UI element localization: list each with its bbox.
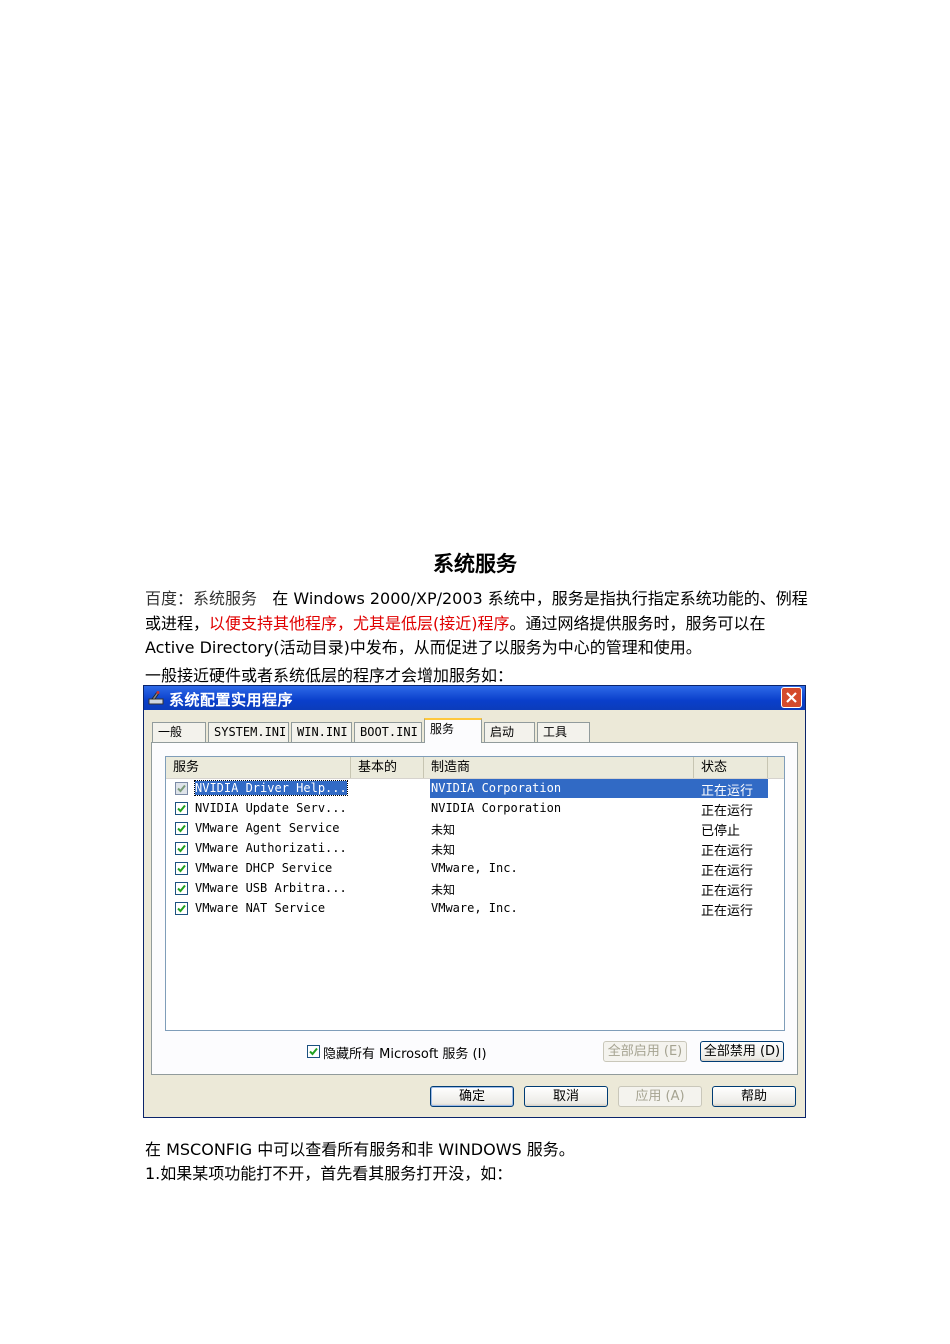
checkmark-icon — [309, 1047, 318, 1056]
service-checkbox[interactable] — [175, 822, 188, 835]
service-status: 正在运行 — [701, 784, 754, 799]
disable-all-button[interactable]: 全部禁用 (D) — [700, 1041, 784, 1062]
list-header: 服务 基本的 制造商 状态 — [166, 757, 784, 779]
close-button[interactable] — [781, 687, 802, 708]
service-checkbox[interactable] — [175, 842, 188, 855]
tab-boot-ini[interactable]: BOOT.INI — [354, 722, 422, 742]
service-manufacturer: VMware, Inc. — [431, 861, 518, 875]
service-row[interactable]: VMware Authorizati... 未知 正在运行 — [166, 839, 768, 859]
dialog-title: 系统配置实用程序 — [169, 691, 294, 709]
service-row[interactable]: VMware NAT Service VMware, Inc. 正在运行 — [166, 899, 768, 919]
service-checkbox[interactable] — [175, 902, 188, 915]
tab-general[interactable]: 一般 — [152, 722, 206, 742]
service-manufacturer: VMware, Inc. — [431, 901, 518, 915]
service-row[interactable]: NVIDIA Update Serv... NVIDIA Corporation 正… — [166, 799, 768, 819]
hide-ms-checkbox[interactable] — [307, 1045, 320, 1058]
col-status[interactable]: 状态 — [694, 757, 768, 778]
service-row[interactable]: NVIDIA Driver Help... NVIDIA Corporation 正… — [166, 779, 768, 799]
service-manufacturer: 未知 — [431, 823, 456, 837]
service-name: NVIDIA Update Serv... — [195, 801, 347, 815]
checkmark-icon — [177, 824, 186, 833]
service-checkbox[interactable] — [175, 882, 188, 895]
service-row[interactable]: VMware Agent Service 未知 已停止 — [166, 819, 768, 839]
service-row[interactable]: VMware DHCP Service VMware, Inc. 正在运行 — [166, 859, 768, 879]
dialog-titlebar[interactable]: 系统配置实用程序 — [144, 686, 805, 710]
intro-paragraph: 百度：系统服务 在 Windows 2000/XP/2003 系统中，服务是指执… — [145, 587, 810, 661]
enable-all-button[interactable]: 全部启用 (E) — [603, 1041, 687, 1062]
col-manufacturer[interactable]: 制造商 — [424, 757, 694, 778]
service-status: 正在运行 — [701, 844, 754, 859]
service-manufacturer: 未知 — [431, 843, 456, 857]
checkmark-icon — [177, 844, 186, 853]
tab-startup[interactable]: 启动 — [484, 722, 535, 742]
service-status: 正在运行 — [701, 864, 754, 879]
checkmark-icon — [177, 864, 186, 873]
msconfig-dialog: 系统配置实用程序 一般 SYSTEM.INI WIN.INI BOOT.INI … — [143, 685, 806, 1118]
service-checkbox[interactable] — [175, 862, 188, 875]
service-status: 已停止 — [701, 824, 741, 839]
service-manufacturer: 未知 — [431, 883, 456, 897]
service-status: 正在运行 — [701, 904, 754, 919]
services-panel: 服务 基本的 制造商 状态 NVIDIA Driver Help... NVIDI… — [151, 742, 798, 1075]
service-name: NVIDIA Driver Help... — [194, 780, 348, 796]
service-checkbox[interactable] — [175, 782, 188, 795]
service-name: VMware Agent Service — [195, 821, 340, 835]
intro-source: 百度：系统服务 — [145, 589, 258, 608]
col-essential[interactable]: 基本的 — [351, 757, 424, 778]
service-manufacturer: NVIDIA Corporation — [431, 781, 562, 795]
hide-ms-label: 隐藏所有 Microsoft 服务 (I) — [323, 1047, 487, 1062]
services-list[interactable]: 服务 基本的 制造商 状态 NVIDIA Driver Help... NVIDI… — [165, 756, 785, 1031]
service-name: VMware USB Arbitra... — [195, 881, 347, 895]
tab-services[interactable]: 服务 — [424, 718, 482, 743]
service-name: VMware NAT Service — [195, 901, 326, 915]
service-manufacturer: NVIDIA Corporation — [431, 801, 562, 815]
help-button[interactable]: 帮助 — [712, 1086, 796, 1107]
intro-highlight: 以便支持其他程序，尤其是低层(接近)程序 — [209, 613, 510, 633]
checkmark-icon — [177, 884, 186, 893]
tab-win-ini[interactable]: WIN.INI — [291, 722, 352, 742]
tab-tools[interactable]: 工具 — [537, 722, 590, 742]
document-title: 系统服务 — [433, 552, 517, 576]
ok-button[interactable]: 确定 — [430, 1086, 514, 1107]
service-name: VMware Authorizati... — [195, 841, 347, 855]
service-row[interactable]: VMware USB Arbitra... 未知 正在运行 — [166, 879, 768, 899]
service-status: 正在运行 — [701, 884, 754, 899]
service-status: 正在运行 — [701, 804, 754, 819]
cancel-button[interactable]: 取消 — [524, 1086, 608, 1107]
checkmark-icon — [177, 804, 186, 813]
app-icon — [148, 691, 164, 705]
close-icon — [786, 692, 797, 703]
apply-button[interactable]: 应用 (A) — [618, 1086, 702, 1107]
post-dialog-line-1: 在 MSCONFIG 中可以查看所有服务和非 WINDOWS 服务。 — [145, 1140, 575, 1159]
service-checkbox[interactable] — [175, 802, 188, 815]
service-name: VMware DHCP Service — [195, 861, 333, 875]
col-service[interactable]: 服务 — [166, 757, 351, 778]
tab-system-ini[interactable]: SYSTEM.INI — [208, 722, 289, 742]
checkmark-icon — [177, 784, 186, 793]
checkmark-icon — [177, 904, 186, 913]
post-dialog-line-2: 1.如果某项功能打不开，首先看其服务打开没，如： — [145, 1164, 513, 1183]
pre-dialog-line: 一般接近硬件或者系统低层的程序才会增加服务如： — [145, 666, 514, 685]
